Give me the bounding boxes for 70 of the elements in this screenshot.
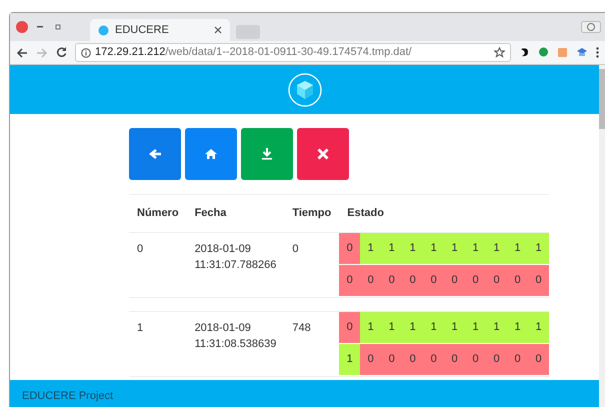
state-cell: 0 xyxy=(507,264,528,296)
state-cell: 1 xyxy=(381,312,402,344)
state-cell: 1 xyxy=(339,344,360,376)
menu-icon[interactable] xyxy=(596,47,599,58)
state-cell: 1 xyxy=(507,232,528,264)
star-icon[interactable] xyxy=(494,47,505,58)
state-cell: 0 xyxy=(339,264,360,296)
state-cell: 0 xyxy=(423,264,444,296)
close-window-icon[interactable] xyxy=(16,21,28,33)
state-cell: 0 xyxy=(486,344,508,376)
table-cell: 2018-01-09 11:31:07.788266 xyxy=(186,232,284,297)
state-cell: 1 xyxy=(528,312,549,344)
profile-icon[interactable] xyxy=(581,21,601,33)
state-cell: 0 xyxy=(339,232,360,264)
footer-text: EDUCERE Project xyxy=(10,380,599,407)
state-cell: 0 xyxy=(528,344,549,376)
column-header: Fecha xyxy=(186,194,284,232)
back-icon[interactable] xyxy=(16,48,28,58)
state-cell: 1 xyxy=(423,232,444,264)
column-header: Estado xyxy=(339,194,549,232)
table-cell: 2018-01-09 11:31:08.538639 xyxy=(186,311,284,376)
close-icon xyxy=(316,147,330,161)
state-cell: 1 xyxy=(381,232,402,264)
back-arrow-icon xyxy=(148,147,162,161)
state-cell: 1 xyxy=(444,312,466,344)
state-cell: 0 xyxy=(507,344,528,376)
state-cell: 0 xyxy=(339,312,360,344)
column-header: Número xyxy=(129,194,187,232)
download-icon xyxy=(260,147,274,161)
cube-logo-icon xyxy=(288,72,322,106)
state-cell: 1 xyxy=(423,312,444,344)
globe-icon xyxy=(98,24,109,36)
column-header: Tiempo xyxy=(284,194,340,232)
state-cell: 0 xyxy=(402,344,424,376)
scrollbar-thumb[interactable] xyxy=(599,69,605,129)
state-cell: 0 xyxy=(528,264,549,296)
state-cell: 0 xyxy=(444,264,466,296)
state-cell: 0 xyxy=(423,344,444,376)
state-cell: 0 xyxy=(360,344,382,376)
state-cell: 1 xyxy=(507,312,528,344)
home-button[interactable] xyxy=(185,128,237,180)
state-cell: 1 xyxy=(465,232,486,264)
state-cell: 1 xyxy=(465,312,486,344)
state-cell: 1 xyxy=(402,312,424,344)
table-cell: 1 xyxy=(129,311,187,376)
state-cell: 0 xyxy=(486,264,508,296)
back-button[interactable] xyxy=(129,128,181,180)
state-cell: 1 xyxy=(528,232,549,264)
state-cell: 0 xyxy=(360,264,382,296)
state-cell: 0 xyxy=(444,344,466,376)
state-cell: 0 xyxy=(465,264,486,296)
home-icon xyxy=(204,147,218,161)
address-bar[interactable]: 172.29.21.212/web/data/1--2018-01-0911-30-49.174574.tmp.dat/ xyxy=(75,43,511,62)
table-cell: 0 xyxy=(129,232,187,297)
state-cell: 0 xyxy=(381,264,402,296)
delete-button[interactable] xyxy=(297,128,349,180)
state-cell: 0 xyxy=(465,344,486,376)
state-cell: 1 xyxy=(444,232,466,264)
close-tab-icon[interactable] xyxy=(214,26,222,34)
state-cell: 1 xyxy=(402,232,424,264)
info-icon xyxy=(81,48,91,58)
state-cell: 1 xyxy=(360,312,382,344)
state-cell: 1 xyxy=(486,232,508,264)
state-cell: 1 xyxy=(486,312,508,344)
reload-icon[interactable] xyxy=(56,47,67,58)
browser-tab[interactable]: EDUCERE xyxy=(90,19,230,41)
state-cell: 1 xyxy=(360,232,382,264)
state-cell: 0 xyxy=(402,264,424,296)
extension-icon[interactable] xyxy=(519,47,530,58)
state-cell: 0 xyxy=(381,344,402,376)
